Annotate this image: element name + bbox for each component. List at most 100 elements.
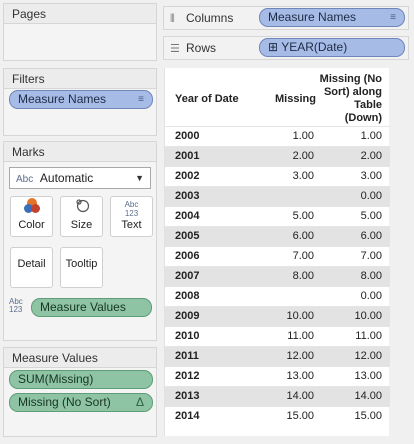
tooltip-button[interactable]: Tooltip: [60, 247, 103, 288]
table-row: 2013 14.00 14.00: [165, 386, 390, 406]
text-icon: Abc 123: [111, 197, 152, 219]
columns-icon: ⦀: [170, 13, 175, 25]
cell-missing-no-sort: 11.00: [355, 330, 382, 342]
table-row: 2008 0.00: [165, 286, 390, 306]
detail-button-label: Detail: [17, 258, 46, 270]
measure-pill-label: Missing (No Sort): [18, 395, 111, 409]
table-row: 2011 12.00 12.00: [165, 346, 390, 366]
cell-missing: 2.00: [292, 150, 314, 162]
column-header-missing: Missing: [275, 93, 316, 105]
text-button[interactable]: Abc 123 Text: [110, 196, 153, 237]
cell-year: 2008: [175, 290, 200, 302]
header-line: (Down): [344, 112, 382, 124]
cell-missing-no-sort: 3.00: [360, 170, 382, 182]
data-table: Year of Date Missing Missing (No Sort) a…: [164, 68, 390, 436]
cell-missing-no-sort: 15.00: [354, 410, 382, 422]
pages-title: Pages: [4, 4, 156, 24]
measure-pill-missing-no-sort[interactable]: Missing (No Sort) Δ: [9, 393, 153, 412]
cell-missing-no-sort: 13.00: [354, 370, 382, 382]
cell-year: 2000: [175, 130, 200, 142]
marks-title: Marks: [4, 142, 156, 162]
table-row: 2006 7.00 7.00: [165, 246, 390, 266]
cell-year: 2014: [175, 410, 200, 422]
tooltip-button-label: Tooltip: [65, 258, 98, 270]
cell-year: 2013: [175, 390, 200, 402]
cell-missing: 3.00: [292, 170, 314, 182]
rows-pill-year-date[interactable]: ⊞ YEAR(Date): [259, 38, 405, 57]
color-button-label: Color: [18, 219, 45, 231]
cell-missing: 8.00: [292, 270, 314, 282]
marks-pill-measure-values[interactable]: Measure Values: [31, 298, 152, 317]
header-line: Table: [354, 99, 382, 111]
text-icon-bottom: 123: [124, 209, 139, 218]
chevron-down-icon: ▼: [135, 173, 144, 183]
expand-icon: ⊞: [268, 40, 279, 54]
text-button-label: Text: [121, 219, 142, 231]
cell-missing: 7.00: [292, 250, 314, 262]
cell-missing: 1.00: [292, 130, 314, 142]
cell-missing: 13.00: [286, 370, 314, 382]
rows-label: ☰ Rows: [170, 37, 216, 59]
cell-year: 2002: [175, 170, 200, 182]
filter-icon: ≡: [138, 94, 144, 105]
cell-year: 2007: [175, 270, 200, 282]
detail-button[interactable]: Detail: [10, 247, 53, 288]
cell-missing-no-sort: 5.00: [360, 210, 382, 222]
cell-year: 2009: [175, 310, 200, 322]
cell-missing-no-sort: 2.00: [360, 150, 382, 162]
measure-values-icon-bottom: 123: [9, 305, 23, 314]
columns-pill-measure-names[interactable]: Measure Names ≡: [259, 8, 405, 27]
filters-title: Filters: [4, 69, 156, 89]
measure-pill-sum-missing[interactable]: SUM(Missing): [9, 370, 153, 389]
delta-icon: Δ: [135, 395, 144, 409]
columns-label: ⦀ Columns: [170, 7, 233, 29]
size-button-label: Size: [70, 219, 93, 231]
header-line: Sort) along: [323, 86, 382, 98]
measure-pill-label: SUM(Missing): [18, 372, 94, 386]
mark-type-prefix: Abc: [16, 174, 34, 185]
cell-year: 2012: [175, 370, 200, 382]
cell-missing-no-sort: 7.00: [360, 250, 382, 262]
pages-card: Pages: [3, 3, 157, 61]
cell-missing: 10.00: [286, 310, 314, 322]
mark-type-dropdown[interactable]: Abc Automatic ▼: [9, 167, 151, 189]
color-button[interactable]: Color: [10, 196, 53, 237]
cell-missing: 14.00: [286, 390, 314, 402]
table-row: 2002 3.00 3.00: [165, 166, 390, 186]
columns-pill-label: Measure Names: [268, 10, 357, 24]
table-row: 2000 1.00 1.00: [165, 126, 390, 146]
cell-year: 2004: [175, 210, 200, 222]
rows-pill-label: YEAR(Date): [281, 40, 348, 54]
cell-missing-no-sort: 0.00: [360, 190, 382, 202]
marks-pill-label: Measure Values: [40, 300, 126, 314]
column-header-missing-no-sort: Missing (No Sort) along Table (Down): [315, 73, 382, 125]
table-row: 2009 10.00 10.00: [165, 306, 390, 326]
table-row: 2007 8.00 8.00: [165, 266, 390, 286]
column-header-year: Year of Date: [175, 93, 239, 105]
table-row: 2012 13.00 13.00: [165, 366, 390, 386]
cell-missing: 12.00: [286, 350, 314, 362]
filter-pill-measure-names[interactable]: Measure Names ≡: [9, 90, 153, 109]
cell-year: 2001: [175, 150, 200, 162]
measure-values-card: Measure Values: [3, 347, 157, 437]
cell-missing-no-sort: 8.00: [360, 270, 382, 282]
columns-label-text: Columns: [186, 11, 234, 25]
cell-year: 2006: [175, 250, 200, 262]
cell-missing: 11.00: [287, 330, 314, 342]
filter-pill-label: Measure Names: [18, 92, 107, 106]
rows-icon: ☰: [170, 43, 180, 55]
cell-missing-no-sort: 1.00: [360, 130, 382, 142]
table-row: 2005 6.00 6.00: [165, 226, 390, 246]
table-row: 2004 5.00 5.00: [165, 206, 390, 226]
filter-icon: ≡: [390, 12, 396, 23]
cell-missing: 6.00: [292, 230, 314, 242]
table-row: 2010 11.00 11.00: [165, 326, 390, 346]
size-icon: [61, 197, 102, 219]
cell-missing-no-sort: 0.00: [360, 290, 382, 302]
table-row: 2001 2.00 2.00: [165, 146, 390, 166]
cell-year: 2010: [175, 330, 200, 342]
cell-year: 2005: [175, 230, 200, 242]
size-button[interactable]: Size: [60, 196, 103, 237]
cell-missing: 15.00: [286, 410, 314, 422]
cell-missing-no-sort: 6.00: [360, 230, 382, 242]
